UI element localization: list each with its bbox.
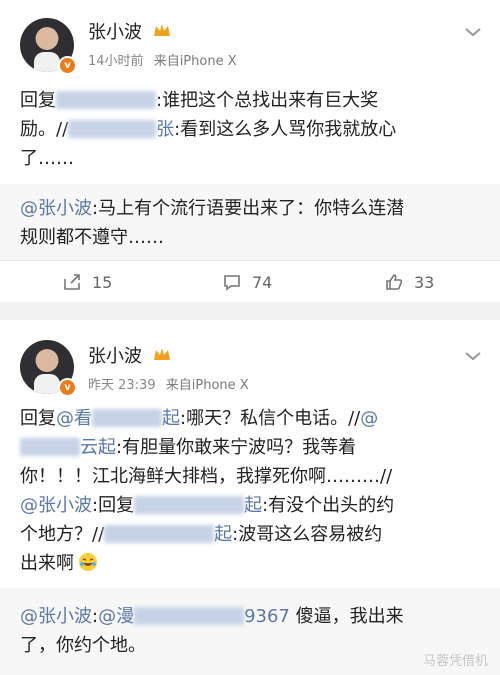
blurred-username (20, 438, 80, 456)
chevron-down-icon[interactable] (464, 26, 482, 38)
reply-prefix: 回复 (20, 90, 56, 111)
blurred-username (104, 525, 215, 543)
repost-block-2: @张小波:@漫 9367 傻逼，我出来 了，你约个地。 马蓉凭借机 (0, 588, 500, 675)
post-card-1: v 张小波 14小时前 来自iPhone X 回复 :谁把这个总找出来有巨大奖 励… (0, 0, 500, 184)
post-text-line6: 出来啊 (20, 553, 74, 574)
author-name[interactable]: 张小波 (88, 342, 142, 368)
repost-text-line1: 傻逼，我出来 (289, 606, 404, 627)
repost-text-line2: 了，你约个地。 (20, 635, 146, 656)
chevron-down-icon[interactable] (464, 350, 482, 362)
mention-link[interactable]: @张小波 (20, 198, 92, 219)
post-time: 昨天 23:39 (88, 378, 156, 393)
post-text-line3: 了…… (20, 148, 74, 169)
post-text-line4: :回复 (92, 495, 135, 516)
laughing-tears-emoji-icon (79, 553, 97, 571)
post-meta: 14小时前 来自iPhone X (88, 50, 237, 69)
post-text-line4b: :有没个出头的约 (262, 495, 395, 516)
repost-text: @张小波:@漫 9367 傻逼，我出来 了，你约个地。 (20, 602, 482, 660)
comment-button[interactable]: 74 (222, 272, 272, 292)
vip-crown-icon (154, 24, 170, 36)
repost-text-line2: 规则都不遵守…… (20, 227, 164, 248)
reply-prefix: 回复 (20, 408, 56, 429)
post-card-2: v 张小波 昨天 23:39 来自iPhone X 回复@看 起:哪天？私信个电话… (0, 320, 500, 588)
repost-block-1: @张小波:马上有个流行语要出来了：你特么连潜 规则都不遵守…… (0, 184, 500, 260)
card-separator (0, 302, 500, 320)
post-text-line2: :有胆量你敢来宁波吗？我等着 (116, 437, 357, 458)
repost-text-line1: :马上有个流行语要出来了：你特么连潜 (92, 198, 405, 219)
post-source: 来自iPhone X (165, 378, 249, 393)
vip-crown-icon (154, 348, 170, 360)
blurred-username (68, 120, 157, 138)
like-count: 33 (414, 272, 435, 292)
user-link[interactable]: @看 (56, 408, 92, 429)
post-time: 14小时前 (88, 54, 144, 69)
blurred-username (134, 607, 245, 625)
share-icon (64, 274, 80, 290)
post-text-line5b: :波哥这么容易被约 (232, 524, 383, 545)
user-link[interactable]: 起 (214, 524, 232, 545)
post-text-line1: :哪天？私信个电话。// (180, 408, 361, 429)
post-text-line3: 你！！！江北海鲜大排档，我撑死你啊……… (20, 466, 380, 487)
blurred-username (56, 91, 156, 109)
author-name[interactable]: 张小波 (88, 18, 142, 44)
post-text: 回复 :谁把这个总找出来有巨大奖 励。// 张:看到这么多人骂你我就放心 了…… (20, 86, 482, 173)
verified-badge: v (58, 56, 77, 75)
post-text-line2c: :看到这么多人骂你我就放心 (174, 119, 397, 140)
post-text-line1: :谁把这个总找出来有巨大奖 (156, 90, 379, 111)
thumbs-up-icon (386, 274, 403, 290)
blurred-username (134, 496, 245, 514)
repost-text: @张小波:马上有个流行语要出来了：你特么连潜 规则都不遵守…… (20, 194, 482, 252)
user-link[interactable]: 云起 (80, 437, 116, 458)
user-link[interactable]: @漫 (98, 606, 134, 627)
mention-link[interactable]: @张小波 (20, 495, 92, 516)
post-source: 来自iPhone X (153, 54, 237, 69)
mention-link[interactable]: @ (360, 408, 378, 429)
comment-count: 74 (252, 272, 273, 292)
repost-count: 15 (92, 272, 113, 292)
like-button[interactable]: 33 (384, 272, 434, 292)
verified-badge: v (58, 378, 77, 397)
user-link-tail[interactable]: 9367 (244, 606, 290, 627)
post-text-line2a: 励。// (20, 119, 69, 140)
user-link[interactable]: 起 (162, 408, 180, 429)
repost-button[interactable]: 15 (62, 272, 112, 292)
comment-icon (224, 275, 240, 291)
action-bar: 15 74 33 (0, 260, 500, 302)
post-text: 回复@看 起:哪天？私信个电话。//@ 云起:有胆量你敢来宁波吗？我等着 你！！！… (20, 404, 482, 578)
mention-link[interactable]: @张小波 (20, 606, 92, 627)
post-text-line3-tail: // (380, 466, 393, 487)
post-text-line5: 个地方？// (20, 524, 105, 545)
post-meta: 昨天 23:39 来自iPhone X (88, 374, 249, 393)
watermark: 马蓉凭借机 (422, 654, 488, 669)
user-link[interactable]: 起 (244, 495, 262, 516)
blurred-username (92, 409, 162, 427)
user-link[interactable]: 张 (156, 119, 174, 140)
